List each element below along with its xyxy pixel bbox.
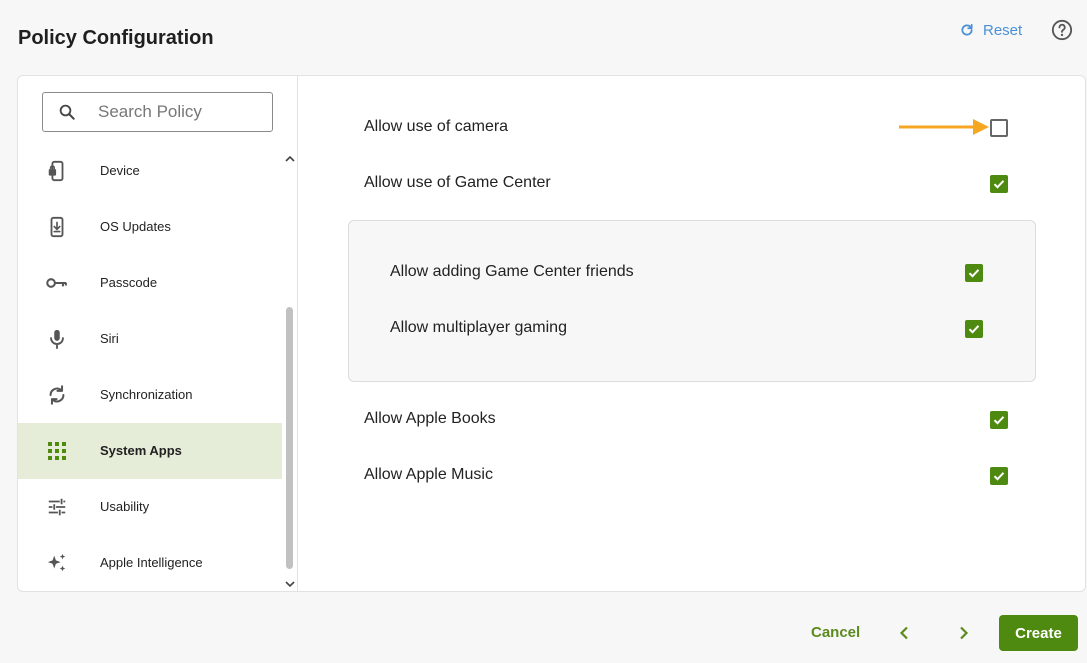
sidebar-item-label: OS Updates: [100, 219, 171, 234]
sidebar-item-os-updates[interactable]: OS Updates: [18, 199, 282, 255]
game-center-checkbox[interactable]: [990, 175, 1008, 193]
setting-row-game-center-friends: Allow adding Game Center friends: [390, 258, 634, 286]
sidebar-scrollbar[interactable]: [282, 151, 298, 591]
sidebar-item-synchronization[interactable]: Synchronization: [18, 367, 282, 423]
reset-label: Reset: [983, 21, 1023, 39]
multiplayer-checkbox[interactable]: [965, 320, 983, 338]
sidebar: Device OS Updates: [18, 76, 298, 591]
apple-music-checkbox[interactable]: [990, 467, 1008, 485]
setting-label: Allow Apple Music: [364, 466, 493, 483]
sidebar-item-label: Synchronization: [100, 387, 193, 402]
scroll-down-icon[interactable]: [284, 578, 296, 590]
refresh-icon: [961, 23, 973, 36]
sparkles-icon: [46, 552, 68, 574]
apple-books-checkbox[interactable]: [990, 411, 1008, 429]
setting-row-game-center: Allow use of Game Center: [364, 169, 551, 197]
search-icon: [59, 104, 75, 120]
sync-icon: [46, 384, 68, 406]
page-title: Policy Configuration: [18, 27, 214, 49]
search-box[interactable]: [42, 92, 273, 132]
checkmark-icon: [993, 180, 1005, 189]
key-icon: [46, 272, 68, 294]
game-center-subgroup: Allow adding Game Center friends Allow m…: [348, 220, 1036, 382]
sidebar-item-label: Passcode: [100, 275, 158, 290]
search-input[interactable]: [98, 101, 263, 123]
phone-download-icon: [46, 216, 68, 238]
game-center-friends-checkbox[interactable]: [965, 264, 983, 282]
checkmark-icon: [993, 416, 1005, 425]
setting-row-multiplayer: Allow multiplayer gaming: [390, 314, 567, 342]
checkmark-icon: [968, 325, 980, 334]
sidebar-item-device[interactable]: Device: [18, 143, 282, 199]
sidebar-item-passcode[interactable]: Passcode: [18, 255, 282, 311]
checkmark-icon: [993, 472, 1005, 481]
device-lock-icon: [46, 160, 68, 182]
sidebar-item-label: System Apps: [100, 443, 182, 458]
policy-card: Device OS Updates: [17, 75, 1086, 592]
sidebar-item-system-apps[interactable]: System Apps: [18, 423, 282, 479]
settings-panel: Allow use of camera Allow use of Game Ce…: [299, 76, 1085, 591]
annotation-arrow-icon: [899, 119, 989, 135]
setting-row-camera: Allow use of camera: [364, 113, 508, 141]
sidebar-item-siri[interactable]: Siri: [18, 311, 282, 367]
create-button[interactable]: Create: [999, 615, 1078, 651]
next-button[interactable]: [956, 623, 972, 643]
sidebar-item-label: Apple Intelligence: [100, 555, 203, 570]
reset-button[interactable]: Reset: [960, 20, 1022, 40]
scrollbar-thumb[interactable]: [286, 307, 293, 569]
setting-label: Allow use of camera: [364, 118, 509, 135]
scroll-up-icon[interactable]: [284, 153, 296, 165]
camera-checkbox[interactable]: [990, 119, 1008, 137]
microphone-icon: [46, 328, 68, 350]
chevron-right-icon: [960, 626, 969, 640]
help-icon[interactable]: [1051, 19, 1073, 41]
sidebar-item-usability[interactable]: Usability: [18, 479, 282, 535]
sidebar-nav: Device OS Updates Passcode Siri Synchron…: [18, 143, 282, 591]
setting-row-apple-books: Allow Apple Books: [364, 405, 496, 433]
setting-label: Allow Apple Books: [364, 410, 496, 427]
apps-grid-icon: [46, 440, 68, 462]
chevron-left-icon: [899, 626, 908, 640]
sidebar-item-label: Usability: [100, 499, 150, 514]
setting-label: Allow adding Game Center friends: [390, 263, 634, 280]
setting-label: Allow use of Game Center: [364, 174, 551, 191]
sliders-icon: [46, 496, 68, 518]
previous-button[interactable]: [896, 623, 912, 643]
checkmark-icon: [968, 269, 980, 278]
setting-label: Allow multiplayer gaming: [390, 319, 567, 336]
policy-configuration-page: Policy Configuration Reset Search Policy…: [0, 0, 1087, 663]
cancel-button[interactable]: Cancel: [811, 624, 860, 641]
setting-row-apple-music: Allow Apple Music: [364, 461, 493, 489]
sidebar-item-label: Device: [100, 163, 140, 178]
sidebar-item-label: Siri: [100, 331, 119, 346]
sidebar-item-apple-intelligence[interactable]: Apple Intelligence: [18, 535, 282, 591]
